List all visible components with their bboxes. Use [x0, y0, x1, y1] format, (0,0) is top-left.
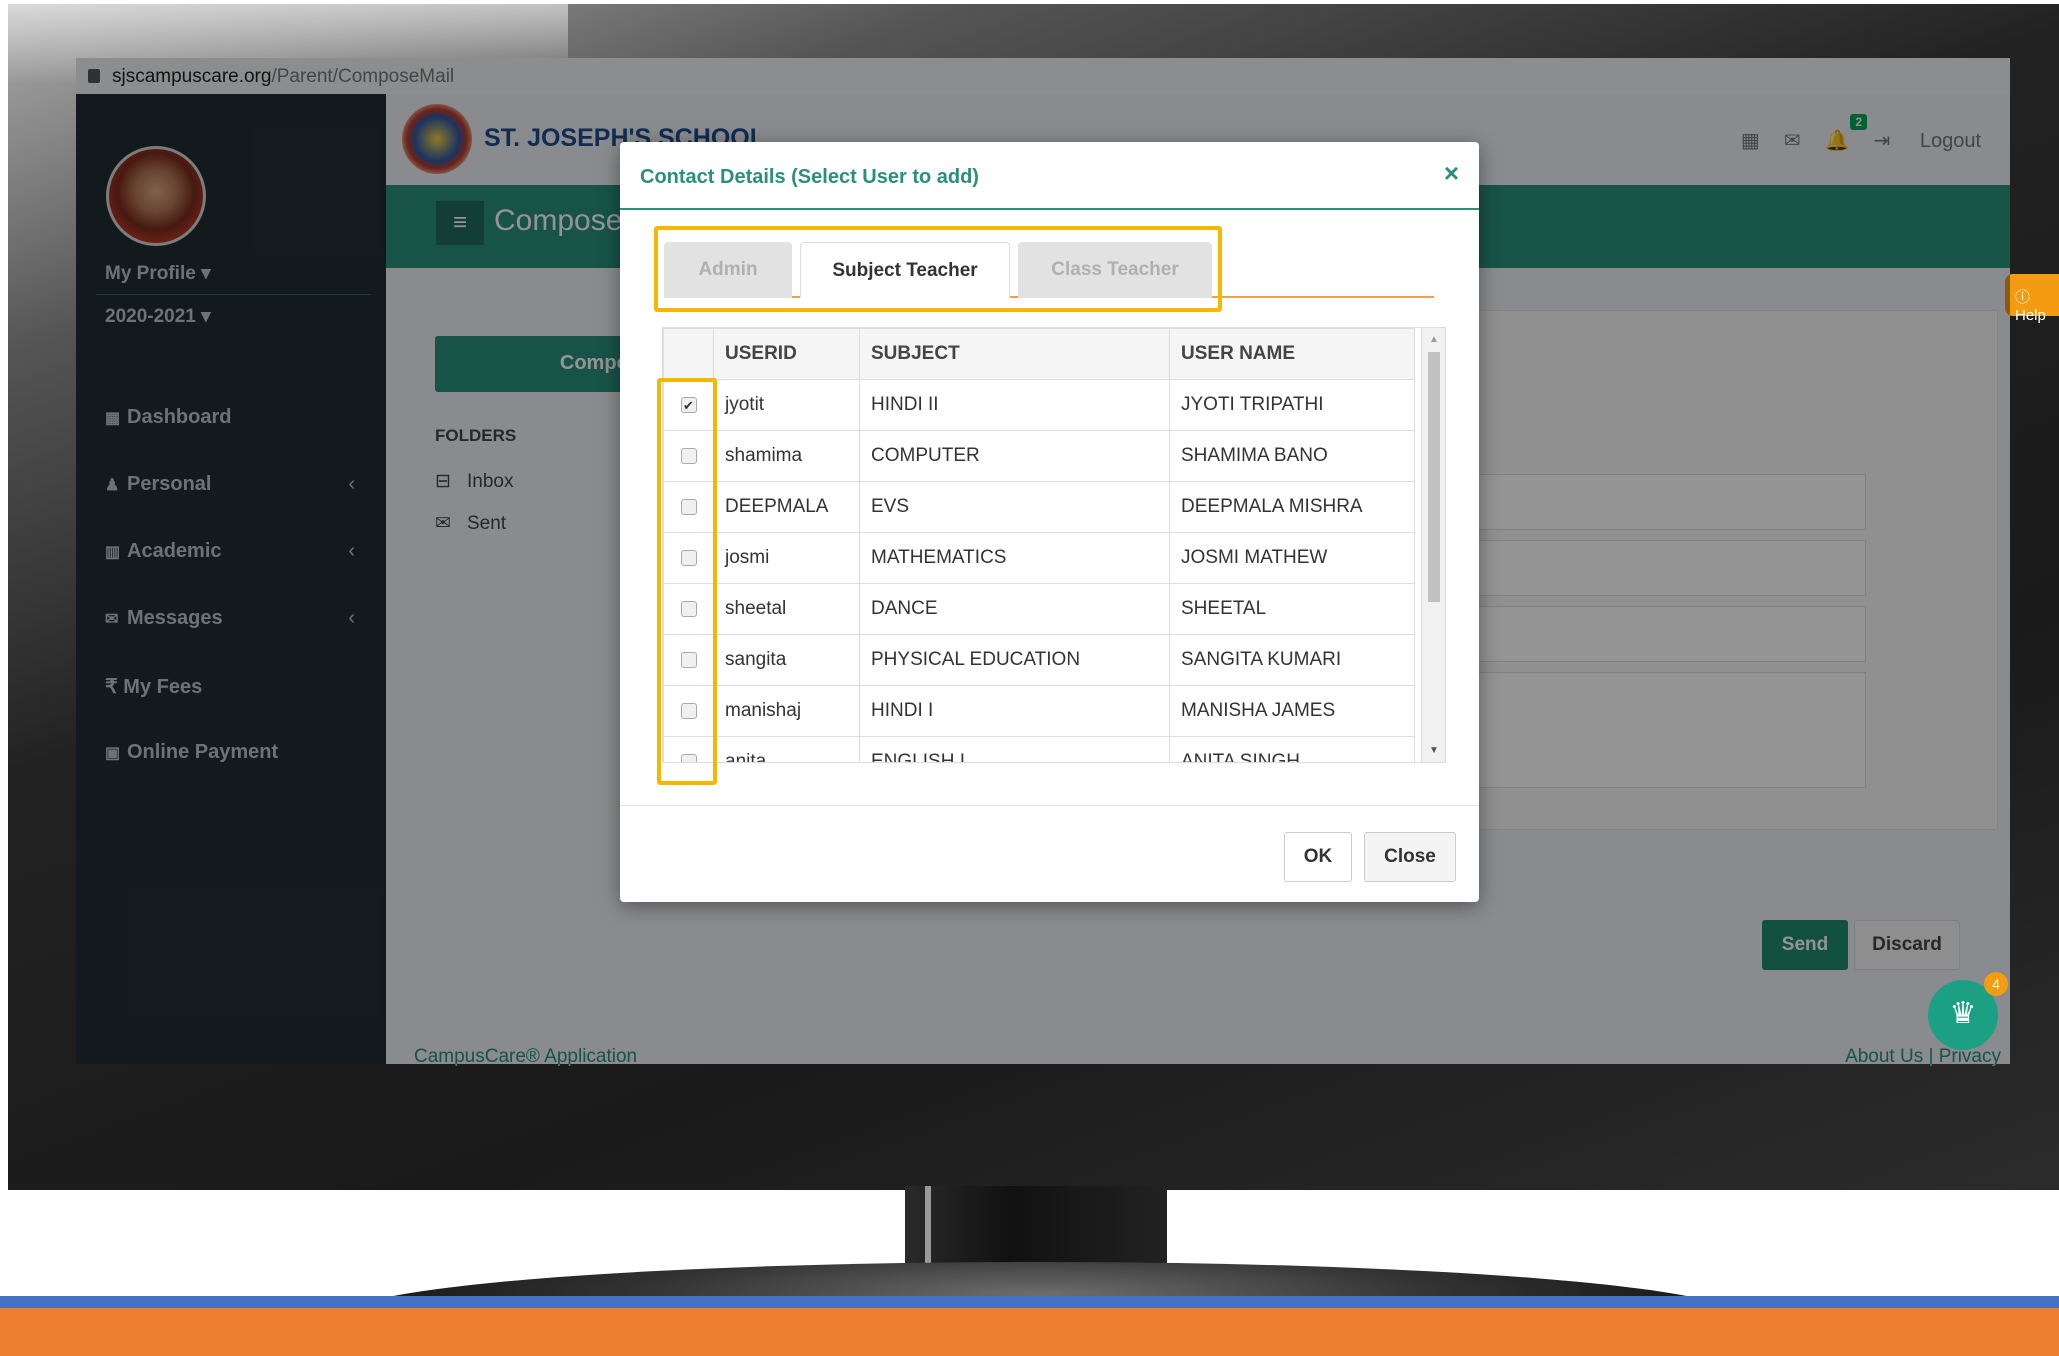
- checkbox-column-highlight-box: [657, 378, 717, 785]
- close-button[interactable]: Close: [1364, 832, 1456, 882]
- cell-username: MANISHA JAMES: [1169, 685, 1415, 737]
- column-header-subject: SUBJECT: [859, 328, 1170, 380]
- scroll-down-icon[interactable]: ▼: [1429, 745, 1439, 756]
- cell-userid: manishaj: [713, 685, 860, 737]
- cell-username: JYOTI TRIPATHI: [1169, 379, 1415, 431]
- cell-subject: COMPUTER: [859, 430, 1170, 482]
- table-row[interactable]: jyotit HINDI II JYOTI TRIPATHI: [663, 379, 1415, 431]
- cell-username: ANITA SINGH: [1169, 736, 1415, 762]
- cell-username: SHAMIMA BANO: [1169, 430, 1415, 482]
- modal-header: Contact Details (Select User to add) ×: [620, 142, 1479, 210]
- cell-subject: PHYSICAL EDUCATION: [859, 634, 1170, 686]
- table-scrollbar[interactable]: ▲ ▼: [1421, 328, 1445, 762]
- scroll-thumb[interactable]: [1428, 352, 1440, 602]
- column-header-userid: USERID: [713, 328, 860, 380]
- column-header-user-name: USER NAME: [1169, 328, 1415, 380]
- table-row[interactable]: manishaj HINDI I MANISHA JAMES: [663, 685, 1415, 737]
- cell-subject: EVS: [859, 481, 1170, 533]
- chat-count-badge: 4: [1984, 972, 2008, 996]
- modal-title: Contact Details (Select User to add): [640, 166, 979, 188]
- cell-username: SANGITA KUMARI: [1169, 634, 1415, 686]
- table-header-row: USERID SUBJECT USER NAME: [663, 328, 1415, 380]
- close-icon[interactable]: ×: [1444, 158, 1459, 189]
- cell-userid: jyotit: [713, 379, 860, 431]
- cell-userid: sheetal: [713, 583, 860, 635]
- table-row[interactable]: sangita PHYSICAL EDUCATION SANGITA KUMAR…: [663, 634, 1415, 686]
- scroll-up-icon[interactable]: ▲: [1429, 334, 1439, 345]
- contacts-table-container[interactable]: USERID SUBJECT USER NAME jyotit HINDI II…: [662, 327, 1446, 763]
- table-row[interactable]: sheetal DANCE SHEETAL: [663, 583, 1415, 635]
- cell-username: JOSMI MATHEW: [1169, 532, 1415, 584]
- cell-subject: HINDI II: [859, 379, 1170, 431]
- cell-userid: josmi: [713, 532, 860, 584]
- cell-username: SHEETAL: [1169, 583, 1415, 635]
- slide-blue-stripe: [0, 1296, 2059, 1308]
- tabs-highlight-box: [654, 226, 1222, 312]
- table-row[interactable]: DEEPMALA EVS DEEPMALA MISHRA: [663, 481, 1415, 533]
- chat-icon: ♛: [1949, 997, 1977, 1030]
- cell-subject: MATHEMATICS: [859, 532, 1170, 584]
- cell-username: DEEPMALA MISHRA: [1169, 481, 1415, 533]
- cell-subject: ENGLISH I: [859, 736, 1170, 762]
- cell-userid: anita: [713, 736, 860, 762]
- modal-footer-divider: [620, 805, 1479, 806]
- cell-subject: DANCE: [859, 583, 1170, 635]
- slide-orange-band: [0, 1308, 2059, 1356]
- table-row[interactable]: anita ENGLISH I ANITA SINGH: [663, 736, 1415, 762]
- cell-userid: shamima: [713, 430, 860, 482]
- ok-button[interactable]: OK: [1284, 832, 1352, 882]
- help-button[interactable]: ⓘ Help: [2005, 274, 2059, 324]
- contacts-table: USERID SUBJECT USER NAME jyotit HINDI II…: [663, 328, 1415, 762]
- select-column-header: [663, 328, 714, 380]
- cell-subject: HINDI I: [859, 685, 1170, 737]
- table-row[interactable]: shamima COMPUTER SHAMIMA BANO: [663, 430, 1415, 482]
- cell-userid: DEEPMALA: [713, 481, 860, 533]
- cell-userid: sangita: [713, 634, 860, 686]
- contact-details-modal: Contact Details (Select User to add) × A…: [620, 142, 1479, 902]
- table-row[interactable]: josmi MATHEMATICS JOSMI MATHEW: [663, 532, 1415, 584]
